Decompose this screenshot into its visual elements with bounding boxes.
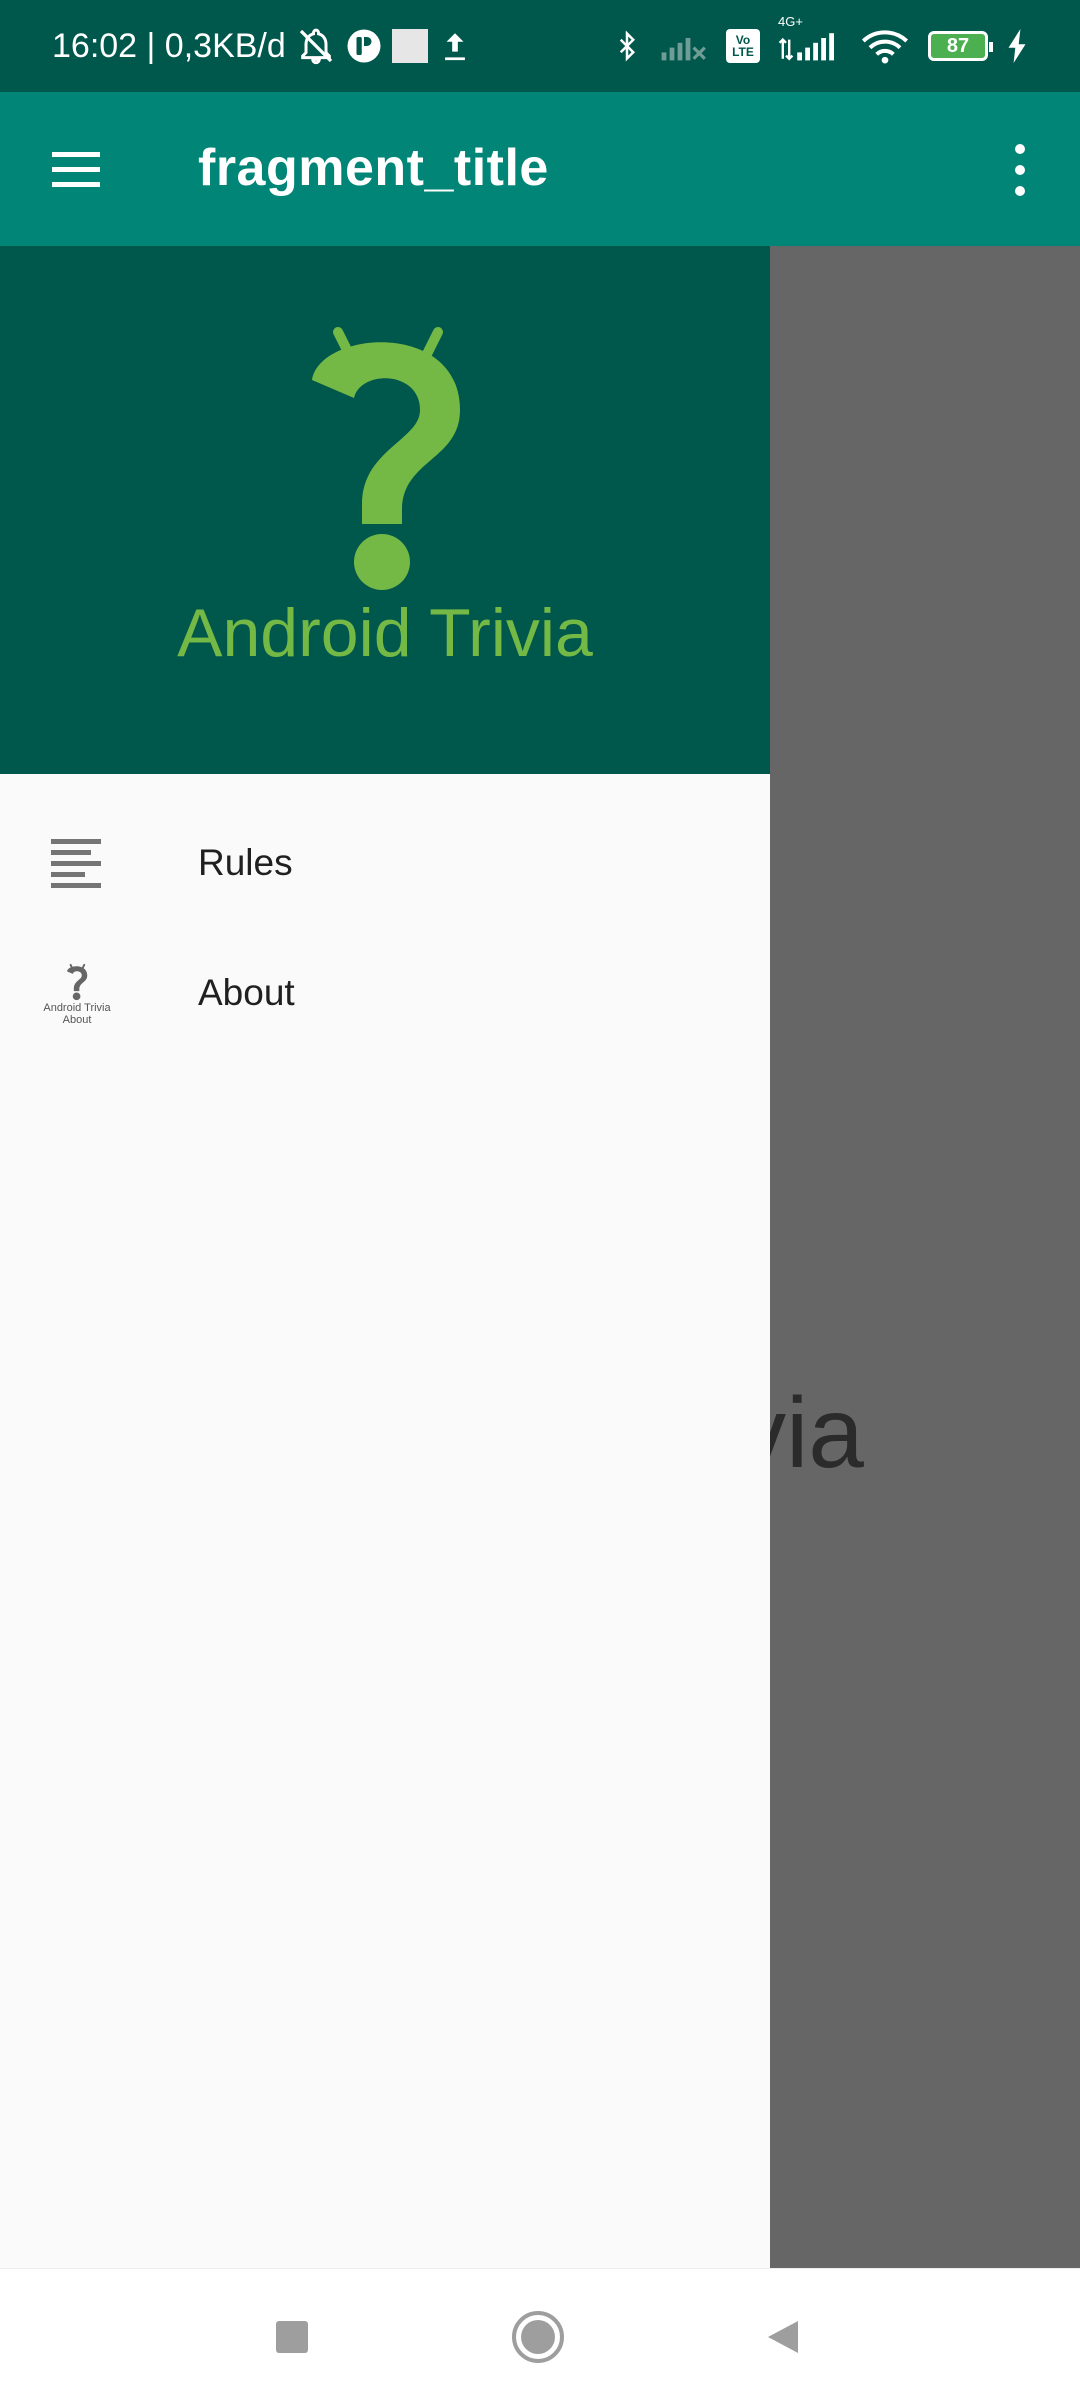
wifi-icon bbox=[860, 26, 910, 66]
signal-no-sim-icon bbox=[660, 28, 708, 64]
android-trivia-about-icon: Android Trivia About bbox=[42, 958, 112, 1028]
volte-icon: Vo LTE bbox=[726, 29, 760, 63]
drawer-brand-title: Android Trivia bbox=[177, 595, 593, 671]
drawer-item-label: About bbox=[198, 972, 295, 1013]
charging-icon bbox=[1006, 29, 1028, 63]
drawer-item-rules[interactable]: Rules bbox=[0, 798, 770, 928]
back-button[interactable] bbox=[752, 2307, 812, 2367]
app-title: fragment_title bbox=[198, 139, 549, 197]
signal-4g-icon: 4G+ bbox=[778, 14, 842, 64]
upload-icon bbox=[438, 26, 472, 66]
drawer-item-about[interactable]: Android Trivia About About bbox=[0, 928, 770, 1058]
status-time: 16:02 | 0,3KB/d bbox=[52, 26, 286, 65]
square-icon bbox=[391, 29, 428, 63]
rules-list-icon bbox=[42, 828, 112, 898]
drawer-item-label: Rules bbox=[198, 842, 293, 883]
hamburger-menu-icon[interactable] bbox=[48, 142, 104, 198]
app-bar: fragment_title bbox=[0, 92, 1080, 246]
android-trivia-logo-icon bbox=[290, 310, 480, 595]
battery-icon: 87 bbox=[928, 31, 993, 61]
overflow-menu-icon[interactable] bbox=[1000, 140, 1040, 200]
bell-off-icon bbox=[296, 26, 336, 66]
recents-button[interactable] bbox=[262, 2307, 322, 2367]
app-notification-icon bbox=[346, 28, 382, 64]
bluetooth-icon bbox=[612, 26, 642, 66]
navigation-drawer: Android Trivia Rules Android Trivia Abou… bbox=[0, 246, 770, 2268]
home-button[interactable] bbox=[508, 2307, 568, 2367]
system-navigation-bar bbox=[0, 2268, 1080, 2401]
status-bar: 16:02 | 0,3KB/d Vo LTE 4G+ 87 bbox=[0, 0, 1080, 92]
drawer-header: Android Trivia bbox=[0, 246, 770, 774]
